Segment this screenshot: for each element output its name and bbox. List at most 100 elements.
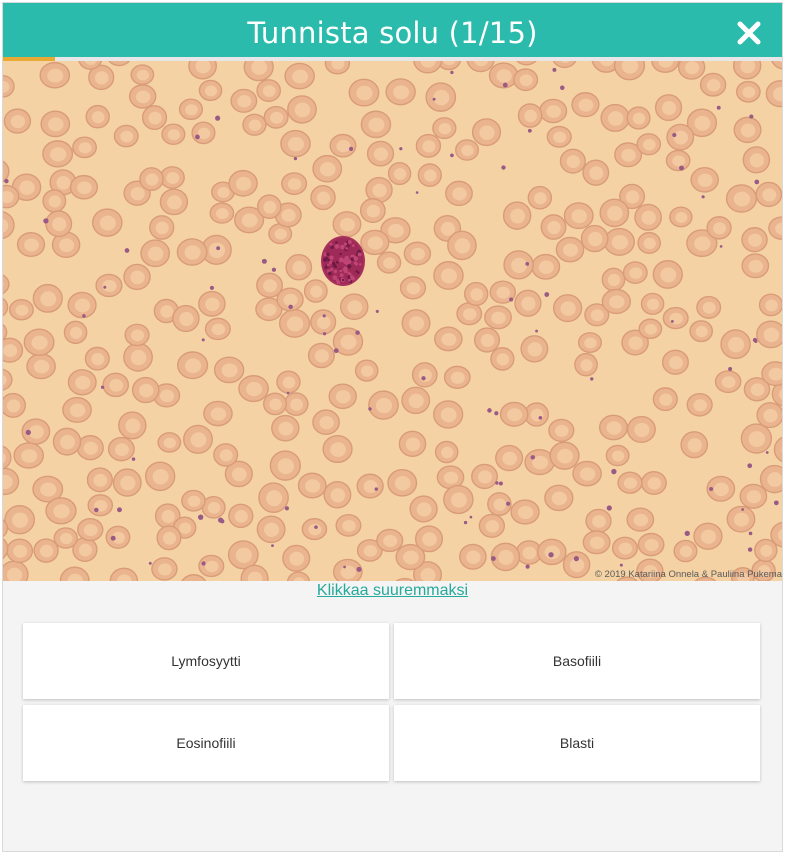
red-blood-cell — [301, 518, 328, 541]
close-button[interactable] — [736, 20, 762, 46]
red-blood-cell — [303, 279, 328, 303]
red-blood-cell — [128, 84, 157, 109]
platelet — [509, 297, 514, 302]
red-blood-cell — [141, 105, 168, 131]
red-blood-cell — [118, 411, 147, 440]
red-blood-cell — [626, 106, 651, 130]
red-blood-cell — [652, 260, 683, 289]
red-blood-cell — [666, 123, 695, 151]
red-blood-cell — [322, 434, 353, 464]
platelet — [754, 179, 760, 185]
answer-option-eosinofiili[interactable]: Eosinofiili — [23, 705, 389, 781]
granule — [326, 263, 330, 267]
platelet — [450, 153, 454, 158]
red-blood-cell — [177, 351, 209, 380]
platelet — [773, 500, 779, 506]
red-blood-cell — [172, 304, 200, 333]
red-blood-cell — [107, 436, 135, 462]
red-blood-cell — [280, 129, 311, 158]
red-blood-cell — [754, 538, 778, 563]
red-blood-cell — [387, 469, 418, 497]
red-blood-cell — [638, 318, 663, 340]
granule — [340, 244, 345, 250]
granule — [329, 255, 334, 261]
platelet — [348, 146, 354, 152]
answer-option-lymfosyytti[interactable]: Lymfosyytti — [23, 623, 389, 699]
red-blood-cell — [598, 414, 628, 441]
granule — [343, 259, 348, 265]
red-blood-cell — [540, 214, 567, 240]
enlarge-image-link[interactable]: Klikkaa suuremmaksi — [3, 582, 782, 600]
red-blood-cell — [398, 430, 427, 458]
platelet — [670, 319, 674, 323]
red-blood-cell — [537, 538, 567, 566]
red-blood-cell — [263, 105, 289, 129]
red-blood-cell — [495, 444, 524, 472]
red-blood-cell — [262, 392, 288, 416]
answer-option-basofiili[interactable]: Basofiili — [394, 623, 760, 699]
platelet — [525, 564, 530, 569]
red-blood-cell — [271, 414, 300, 442]
granule — [347, 271, 351, 275]
red-blood-cell — [415, 133, 442, 158]
red-blood-cell — [63, 320, 88, 345]
red-blood-cell — [741, 227, 768, 253]
quiz-title: Tunnista solu (1/15) — [247, 16, 538, 50]
platelet — [131, 457, 136, 461]
granule — [333, 269, 338, 274]
red-blood-cell — [661, 349, 689, 375]
red-blood-cell — [45, 210, 73, 238]
red-blood-cell — [16, 232, 46, 257]
granule — [323, 257, 328, 262]
platelet — [606, 505, 612, 511]
red-blood-cell — [198, 79, 223, 102]
red-blood-cell — [209, 202, 235, 224]
red-blood-cell — [414, 525, 444, 553]
platelet — [672, 132, 677, 138]
red-blood-cell — [434, 440, 459, 464]
red-blood-cell — [307, 342, 335, 369]
red-blood-cell — [354, 359, 379, 382]
red-blood-cell — [332, 211, 362, 238]
red-blood-cell — [339, 293, 369, 321]
granule — [330, 245, 334, 250]
red-blood-cell — [3, 337, 24, 363]
platelet — [201, 338, 205, 342]
red-blood-cell — [559, 148, 586, 174]
red-blood-cell — [686, 392, 713, 417]
platelet — [450, 70, 454, 75]
platelet — [293, 157, 298, 161]
red-blood-cell — [546, 125, 572, 148]
platelet — [765, 451, 769, 454]
platelet — [148, 561, 152, 565]
red-blood-cell — [198, 554, 225, 578]
red-blood-cell — [213, 443, 239, 467]
platelet — [487, 408, 492, 413]
red-blood-cell — [139, 167, 164, 191]
platelet — [535, 329, 538, 333]
red-blood-cell — [758, 293, 782, 317]
red-blood-cell — [552, 294, 583, 323]
platelet — [590, 377, 594, 381]
blood-smear-image[interactable]: © 2019 Katariina Onnela & Pauliina Pukem… — [3, 61, 782, 581]
red-blood-cell — [755, 181, 782, 208]
red-blood-cell — [256, 515, 286, 544]
header-bar: Tunnista solu (1/15) — [3, 3, 782, 57]
red-blood-cell — [652, 387, 678, 412]
red-blood-cell — [348, 78, 380, 107]
red-blood-cell — [276, 370, 301, 394]
red-blood-cell — [626, 415, 656, 444]
answer-option-blasti[interactable]: Blasti — [394, 705, 760, 781]
red-blood-cell — [622, 261, 648, 284]
red-blood-cell — [499, 401, 529, 427]
granule — [339, 269, 343, 273]
platelet — [124, 248, 130, 253]
platelet — [215, 115, 221, 121]
platelet — [552, 67, 557, 72]
red-blood-cell — [425, 82, 457, 112]
platelet — [110, 535, 116, 541]
granule — [334, 244, 340, 249]
red-blood-cell — [26, 353, 56, 380]
platelet — [506, 501, 511, 506]
granule — [324, 266, 327, 270]
